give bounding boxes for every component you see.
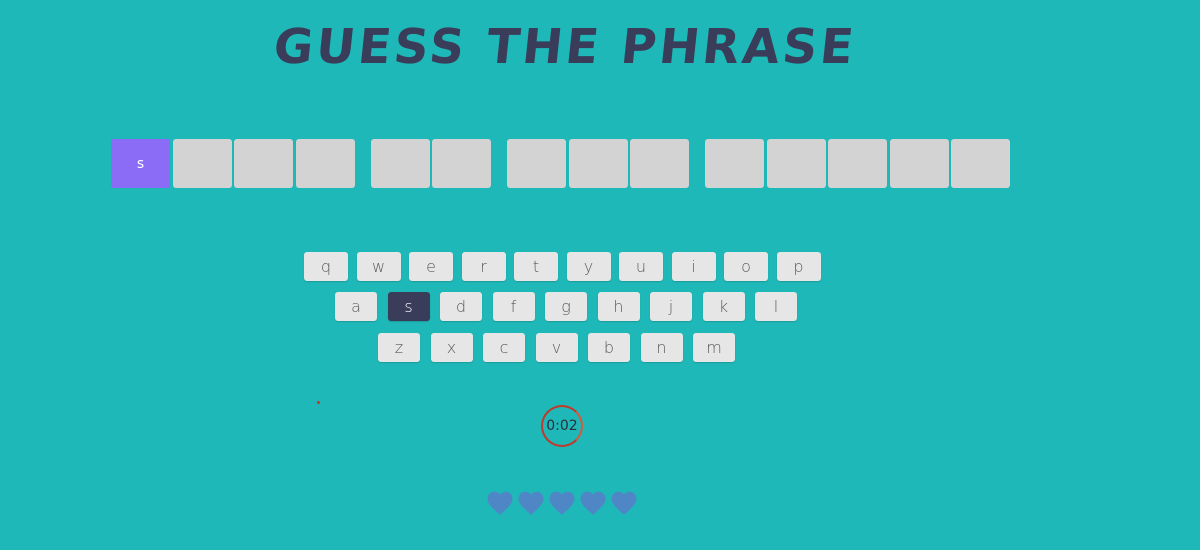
letter-tile xyxy=(295,139,355,188)
letter-tile: s xyxy=(111,139,170,188)
key-y[interactable]: y xyxy=(566,252,611,281)
key-r[interactable]: r xyxy=(461,252,506,281)
heart-icon xyxy=(580,491,606,515)
letter-tile xyxy=(630,139,689,188)
key-c[interactable]: c xyxy=(483,333,525,362)
page-title: GUESS THE PHRASE xyxy=(271,19,859,75)
heart-icon xyxy=(611,491,637,515)
timer-value: 0:02 xyxy=(546,418,578,434)
key-w[interactable]: w xyxy=(356,252,401,281)
key-h[interactable]: h xyxy=(597,292,640,321)
key-u[interactable]: u xyxy=(619,252,663,281)
letter-tile xyxy=(507,139,566,188)
letter-tile xyxy=(889,139,949,188)
letter-tile xyxy=(370,139,430,188)
letter-tile xyxy=(828,139,887,188)
heart-icon xyxy=(487,491,513,515)
letter-tile xyxy=(766,139,826,188)
letter-tile xyxy=(234,139,293,188)
key-x[interactable]: x xyxy=(430,333,473,362)
countdown-timer: 0:02 xyxy=(541,405,583,447)
letter-tile xyxy=(432,139,491,188)
key-f[interactable]: f xyxy=(492,292,535,321)
key-v[interactable]: v xyxy=(535,333,578,362)
letter-tile xyxy=(705,139,764,188)
letter-tile xyxy=(172,139,232,188)
key-k[interactable]: k xyxy=(702,292,745,321)
key-t[interactable]: t xyxy=(514,252,558,281)
key-i[interactable]: i xyxy=(671,252,716,281)
indicator-dot xyxy=(317,401,320,404)
key-n[interactable]: n xyxy=(640,333,683,362)
key-j[interactable]: j xyxy=(650,292,692,321)
key-g[interactable]: g xyxy=(545,292,587,321)
key-q[interactable]: q xyxy=(304,252,348,281)
heart-icon xyxy=(518,491,544,515)
heart-icon xyxy=(549,491,575,515)
key-p[interactable]: p xyxy=(776,252,821,281)
key-m[interactable]: m xyxy=(693,333,735,362)
key-l[interactable]: l xyxy=(755,292,797,321)
key-o[interactable]: o xyxy=(724,252,768,281)
key-a[interactable]: a xyxy=(335,292,377,321)
letter-tile xyxy=(951,139,1010,188)
key-z[interactable]: z xyxy=(378,333,420,362)
key-d[interactable]: d xyxy=(440,292,482,321)
key-e[interactable]: e xyxy=(409,252,453,281)
key-s[interactable]: s xyxy=(387,292,430,321)
letter-tile xyxy=(568,139,628,188)
key-b[interactable]: b xyxy=(588,333,630,362)
